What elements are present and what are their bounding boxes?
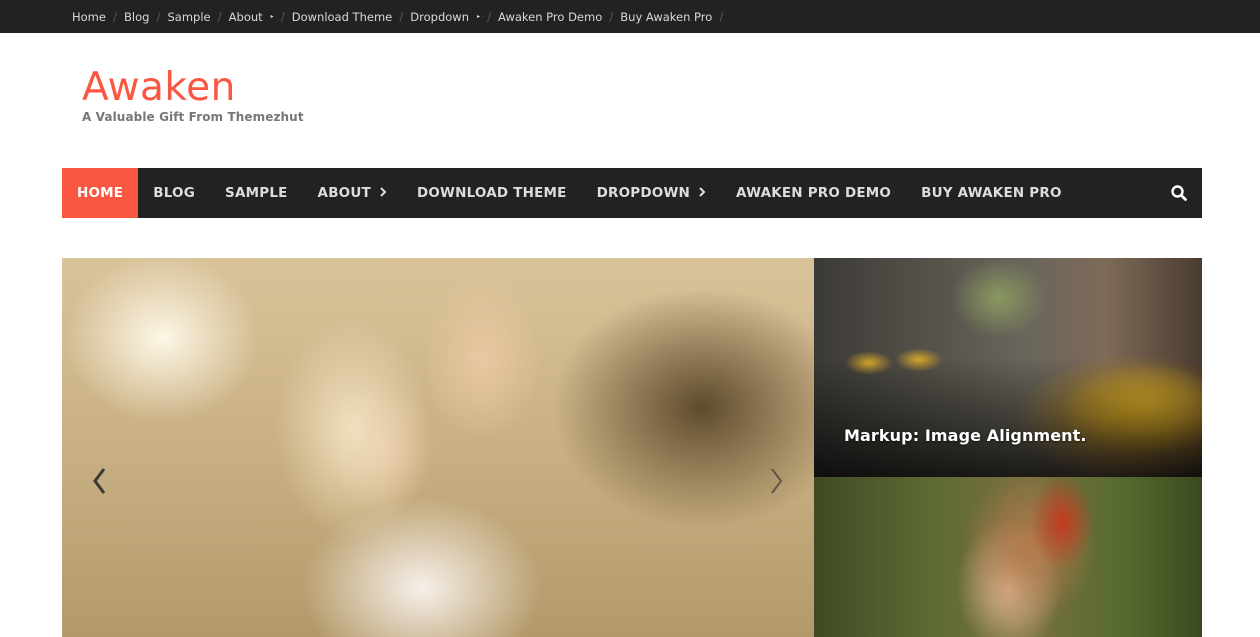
top-navigation: Home / Blog / Sample / About ▸ / Download… [72,0,730,33]
top-nav-label: Sample [167,9,211,24]
main-nav-home[interactable]: HOME [62,168,139,218]
top-nav-dropdown[interactable]: Dropdown ▸ [410,10,480,24]
chevron-right-icon[interactable] [766,466,786,496]
main-nav-about[interactable]: ABOUT [303,168,402,218]
separator: / [217,9,222,24]
main-nav-label: BUY AWAKEN PRO [921,185,1062,201]
submenu-caret-icon: ▸ [476,13,480,20]
main-nav-dropdown[interactable]: DROPDOWN [582,168,721,218]
featured-post-image-alignment[interactable]: Markup: Image Alignment. [814,258,1202,477]
main-navigation: HOME BLOG SAMPLE ABOUT DOWNLOAD THEME DR… [62,168,1202,218]
main-nav-label: SAMPLE [225,185,288,201]
chevron-right-icon [380,186,387,200]
top-nav-about[interactable]: About ▸ [229,10,274,24]
slide-image [62,258,814,637]
main-nav-label: AWAKEN PRO DEMO [736,185,892,201]
featured-slider[interactable] [62,258,814,637]
search-icon[interactable] [1170,184,1188,202]
site-title[interactable]: Awaken [82,64,304,112]
separator: / [609,9,614,24]
separator: / [399,9,404,24]
top-nav-label: Blog [124,9,150,24]
main-nav-label: DROPDOWN [596,185,691,201]
featured-post-secondary[interactable] [814,477,1202,637]
main-nav-blog[interactable]: BLOG [138,168,210,218]
main-nav-download-theme[interactable]: DOWNLOAD THEME [402,168,582,218]
top-nav-buy-awaken-pro[interactable]: Buy Awaken Pro [620,10,712,24]
main-nav-label: HOME [77,185,124,201]
separator: / [487,9,492,24]
top-nav-label: Home [72,9,106,24]
top-nav-label: Awaken Pro Demo [498,9,603,24]
submenu-caret-icon: ▸ [270,13,274,20]
main-nav-sample[interactable]: SAMPLE [210,168,303,218]
top-nav-label: Dropdown [410,9,469,24]
chevron-left-icon[interactable] [90,466,110,496]
main-nav-label: ABOUT [317,185,371,201]
chevron-right-icon [699,186,706,200]
main-nav-awaken-pro-demo[interactable]: AWAKEN PRO DEMO [721,168,906,218]
top-nav-home[interactable]: Home [72,10,106,24]
separator: / [112,9,118,24]
separator: / [280,9,285,24]
post-title[interactable]: Markup: Image Alignment. [844,426,1087,445]
main-nav-label: DOWNLOAD THEME [416,185,567,201]
top-bar: Home / Blog / Sample / About ▸ / Download… [0,0,1260,33]
top-nav-label: Buy Awaken Pro [620,9,713,24]
site-description: A Valuable Gift From Themezhut [82,110,304,124]
separator: / [156,9,161,24]
top-nav-label: Download Theme [291,9,393,24]
top-nav-download-theme[interactable]: Download Theme [292,10,393,24]
top-nav-blog[interactable]: Blog [124,10,149,24]
site-branding: Awaken A Valuable Gift From Themezhut [82,64,304,124]
separator: / [719,9,724,24]
top-nav-awaken-pro-demo[interactable]: Awaken Pro Demo [498,10,602,24]
main-nav-label: BLOG [153,185,196,201]
main-nav-buy-awaken-pro[interactable]: BUY AWAKEN PRO [906,168,1077,218]
top-nav-sample[interactable]: Sample [167,10,210,24]
top-nav-label: About [228,9,263,24]
